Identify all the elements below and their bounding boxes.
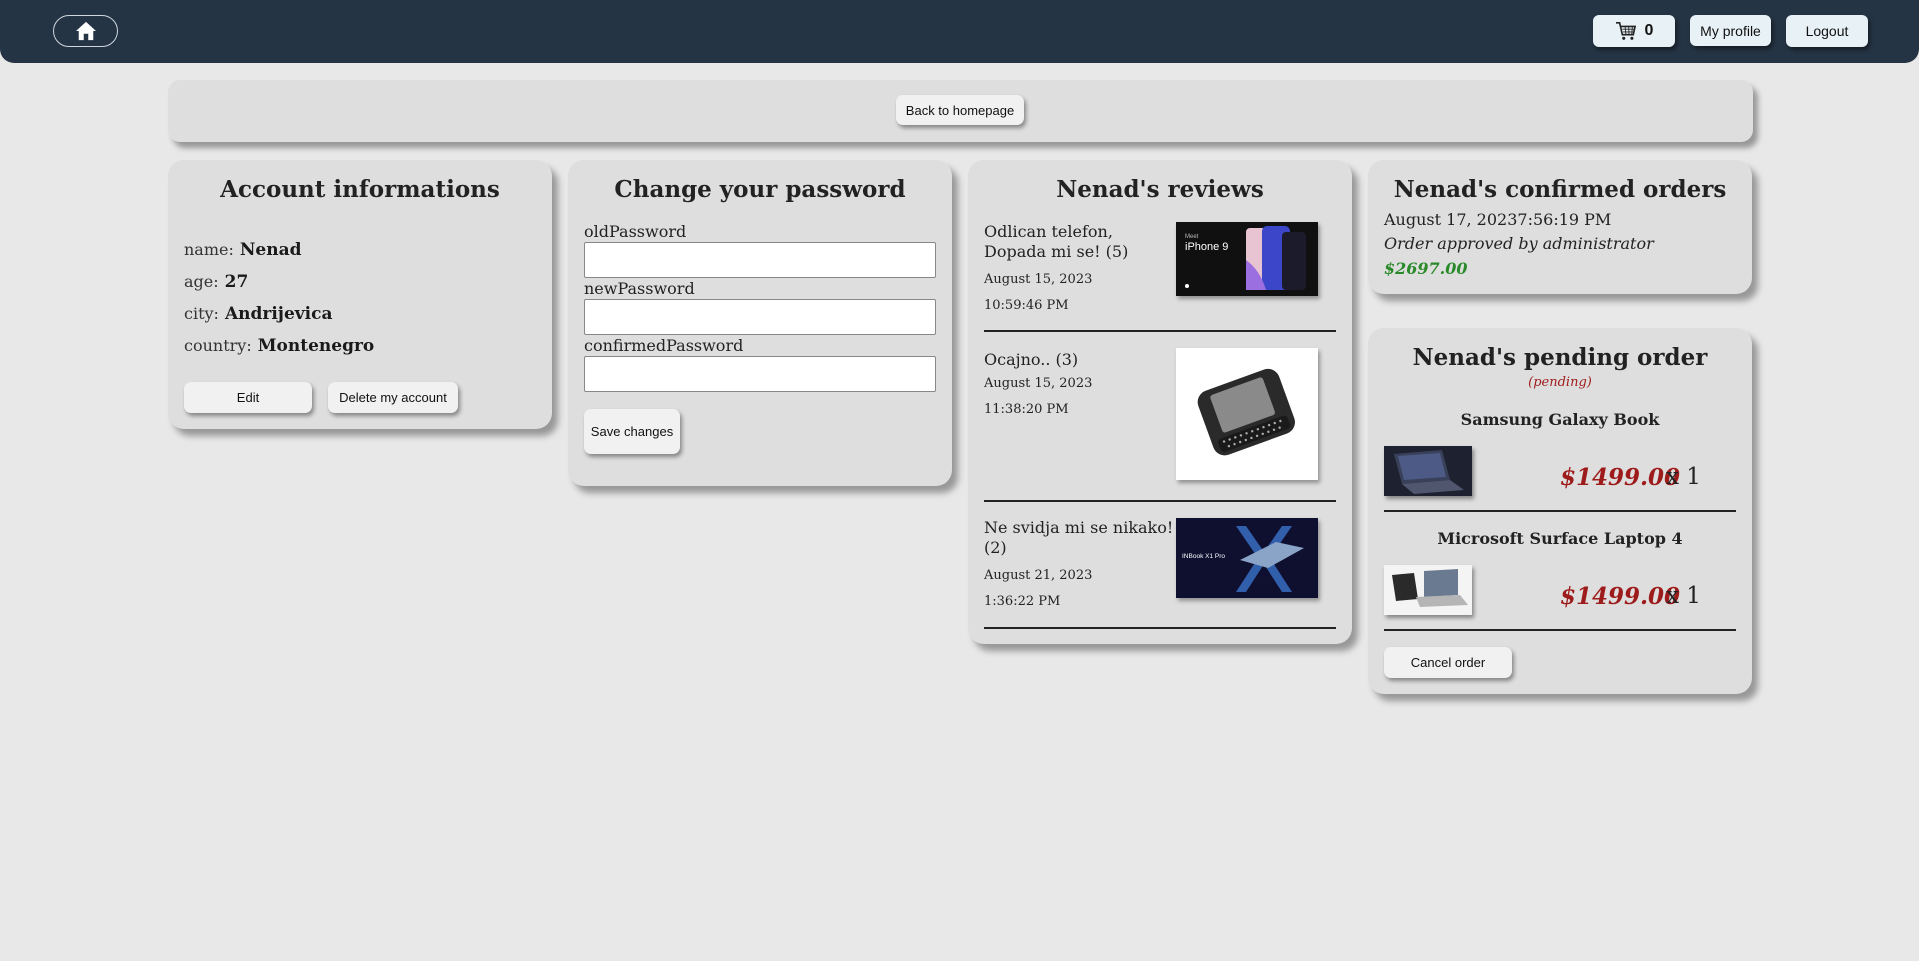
- product-quantity: x 1: [1666, 464, 1701, 490]
- info-value: 27: [224, 272, 249, 292]
- change-password-title: Change your password: [614, 176, 906, 203]
- product-divider: [1384, 510, 1736, 512]
- product-name: Microsoft Surface Laptop 4: [1437, 529, 1683, 548]
- top-navbar: 0 My profile Logout: [0, 0, 1919, 63]
- iphone-9-promo-image: Meet iPhone 9: [1176, 222, 1318, 296]
- info-label: country:: [184, 336, 252, 355]
- review-divider: [984, 330, 1336, 332]
- keyboard-phone-image: [1176, 348, 1318, 480]
- product-price: $1499.00: [1560, 464, 1681, 491]
- delete-account-button[interactable]: Delete my account: [328, 382, 458, 413]
- new-password-input[interactable]: [584, 299, 936, 335]
- pending-status: (pending): [1528, 375, 1592, 390]
- logout-button[interactable]: Logout: [1786, 15, 1868, 47]
- pending-order-title: Nenad's pending order: [1412, 344, 1708, 371]
- order-total: $2697.00: [1384, 259, 1468, 278]
- review-text: Ne svidja mi se nikako! (2): [984, 518, 1174, 557]
- review-time: 1:36:22 PM: [984, 594, 1061, 609]
- order-date: August 17, 20237:56:19 PM: [1384, 210, 1612, 229]
- account-info-title: Account informations: [220, 176, 500, 203]
- inbook-laptop-image: INBook X1 Pro: [1176, 518, 1318, 598]
- info-row-name: name: Nenad: [184, 240, 302, 260]
- product-divider: [1384, 629, 1736, 631]
- review-time: 11:38:20 PM: [984, 402, 1069, 417]
- review-date: August 15, 2023: [984, 272, 1093, 287]
- home-icon: [75, 21, 96, 41]
- info-row-country: country: Montenegro: [184, 336, 374, 356]
- review-item: Ocajno.. (3) August 15, 2023 11:38:20 PM: [984, 348, 1336, 490]
- review-text: Ocajno.. (3): [984, 350, 1079, 369]
- edit-account-button[interactable]: Edit: [184, 382, 312, 413]
- review-text: Odlican telefon, Dopada mi se! (5): [984, 222, 1129, 261]
- review-item: Odlican telefon, Dopada mi se! (5) Augus…: [984, 222, 1336, 322]
- save-changes-button[interactable]: Save changes: [584, 409, 680, 454]
- cart-button[interactable]: 0: [1593, 15, 1675, 47]
- confirmed-orders-title: Nenad's confirmed orders: [1393, 176, 1727, 203]
- info-value: Nenad: [239, 240, 302, 260]
- new-password-label: newPassword: [584, 279, 695, 298]
- svg-text:INBook X1 Pro: INBook X1 Pro: [1182, 553, 1225, 560]
- info-label: name:: [184, 240, 234, 259]
- info-row-age: age: 27: [184, 272, 248, 292]
- old-password-label: oldPassword: [584, 222, 687, 241]
- samsung-galaxy-book-image: [1384, 446, 1472, 496]
- cart-icon: [1615, 22, 1636, 40]
- pending-order-card: Nenad's pending order (pending) Samsung …: [1368, 328, 1752, 694]
- old-password-input[interactable]: [584, 242, 936, 278]
- review-date: August 21, 2023: [984, 568, 1093, 583]
- cancel-order-button[interactable]: Cancel order: [1384, 647, 1512, 678]
- change-password-card: Change your password oldPassword newPass…: [568, 160, 952, 486]
- svg-text:Meet: Meet: [1185, 234, 1199, 240]
- review-item: Ne svidja mi se nikako! (2) August 21, 2…: [984, 518, 1336, 618]
- product-price: $1499.00: [1560, 583, 1681, 610]
- back-to-homepage-button[interactable]: Back to homepage: [896, 95, 1024, 125]
- reviews-card: Nenad's reviews Odlican telefon, Dopada …: [968, 160, 1352, 644]
- product-name: Samsung Galaxy Book: [1460, 410, 1660, 429]
- review-divider: [984, 500, 1336, 502]
- account-info-card: Account informations name: Nenad age: 27…: [168, 160, 552, 429]
- confirmed-password-label: confirmedPassword: [584, 336, 744, 355]
- confirmed-password-input[interactable]: [584, 356, 936, 392]
- info-row-city: city: Andrijevica: [184, 304, 332, 324]
- confirmed-orders-card: Nenad's confirmed orders August 17, 2023…: [1368, 160, 1752, 294]
- info-value: Montenegro: [257, 336, 375, 356]
- reviews-title: Nenad's reviews: [1056, 176, 1264, 203]
- home-button[interactable]: [53, 15, 118, 47]
- order-status: Order approved by administrator: [1384, 234, 1654, 253]
- svg-text:iPhone 9: iPhone 9: [1185, 241, 1228, 253]
- info-label: age:: [184, 272, 219, 291]
- review-divider: [984, 627, 1336, 629]
- surface-laptop-image: [1384, 565, 1472, 615]
- info-value: Andrijevica: [224, 304, 333, 324]
- review-time: 10:59:46 PM: [984, 298, 1069, 313]
- back-bar: Back to homepage: [168, 80, 1753, 142]
- cart-count: 0: [1644, 22, 1654, 39]
- product-quantity: x 1: [1666, 583, 1701, 609]
- review-date: August 15, 2023: [984, 376, 1093, 391]
- info-label: city:: [184, 304, 219, 323]
- my-profile-button[interactable]: My profile: [1690, 15, 1771, 46]
